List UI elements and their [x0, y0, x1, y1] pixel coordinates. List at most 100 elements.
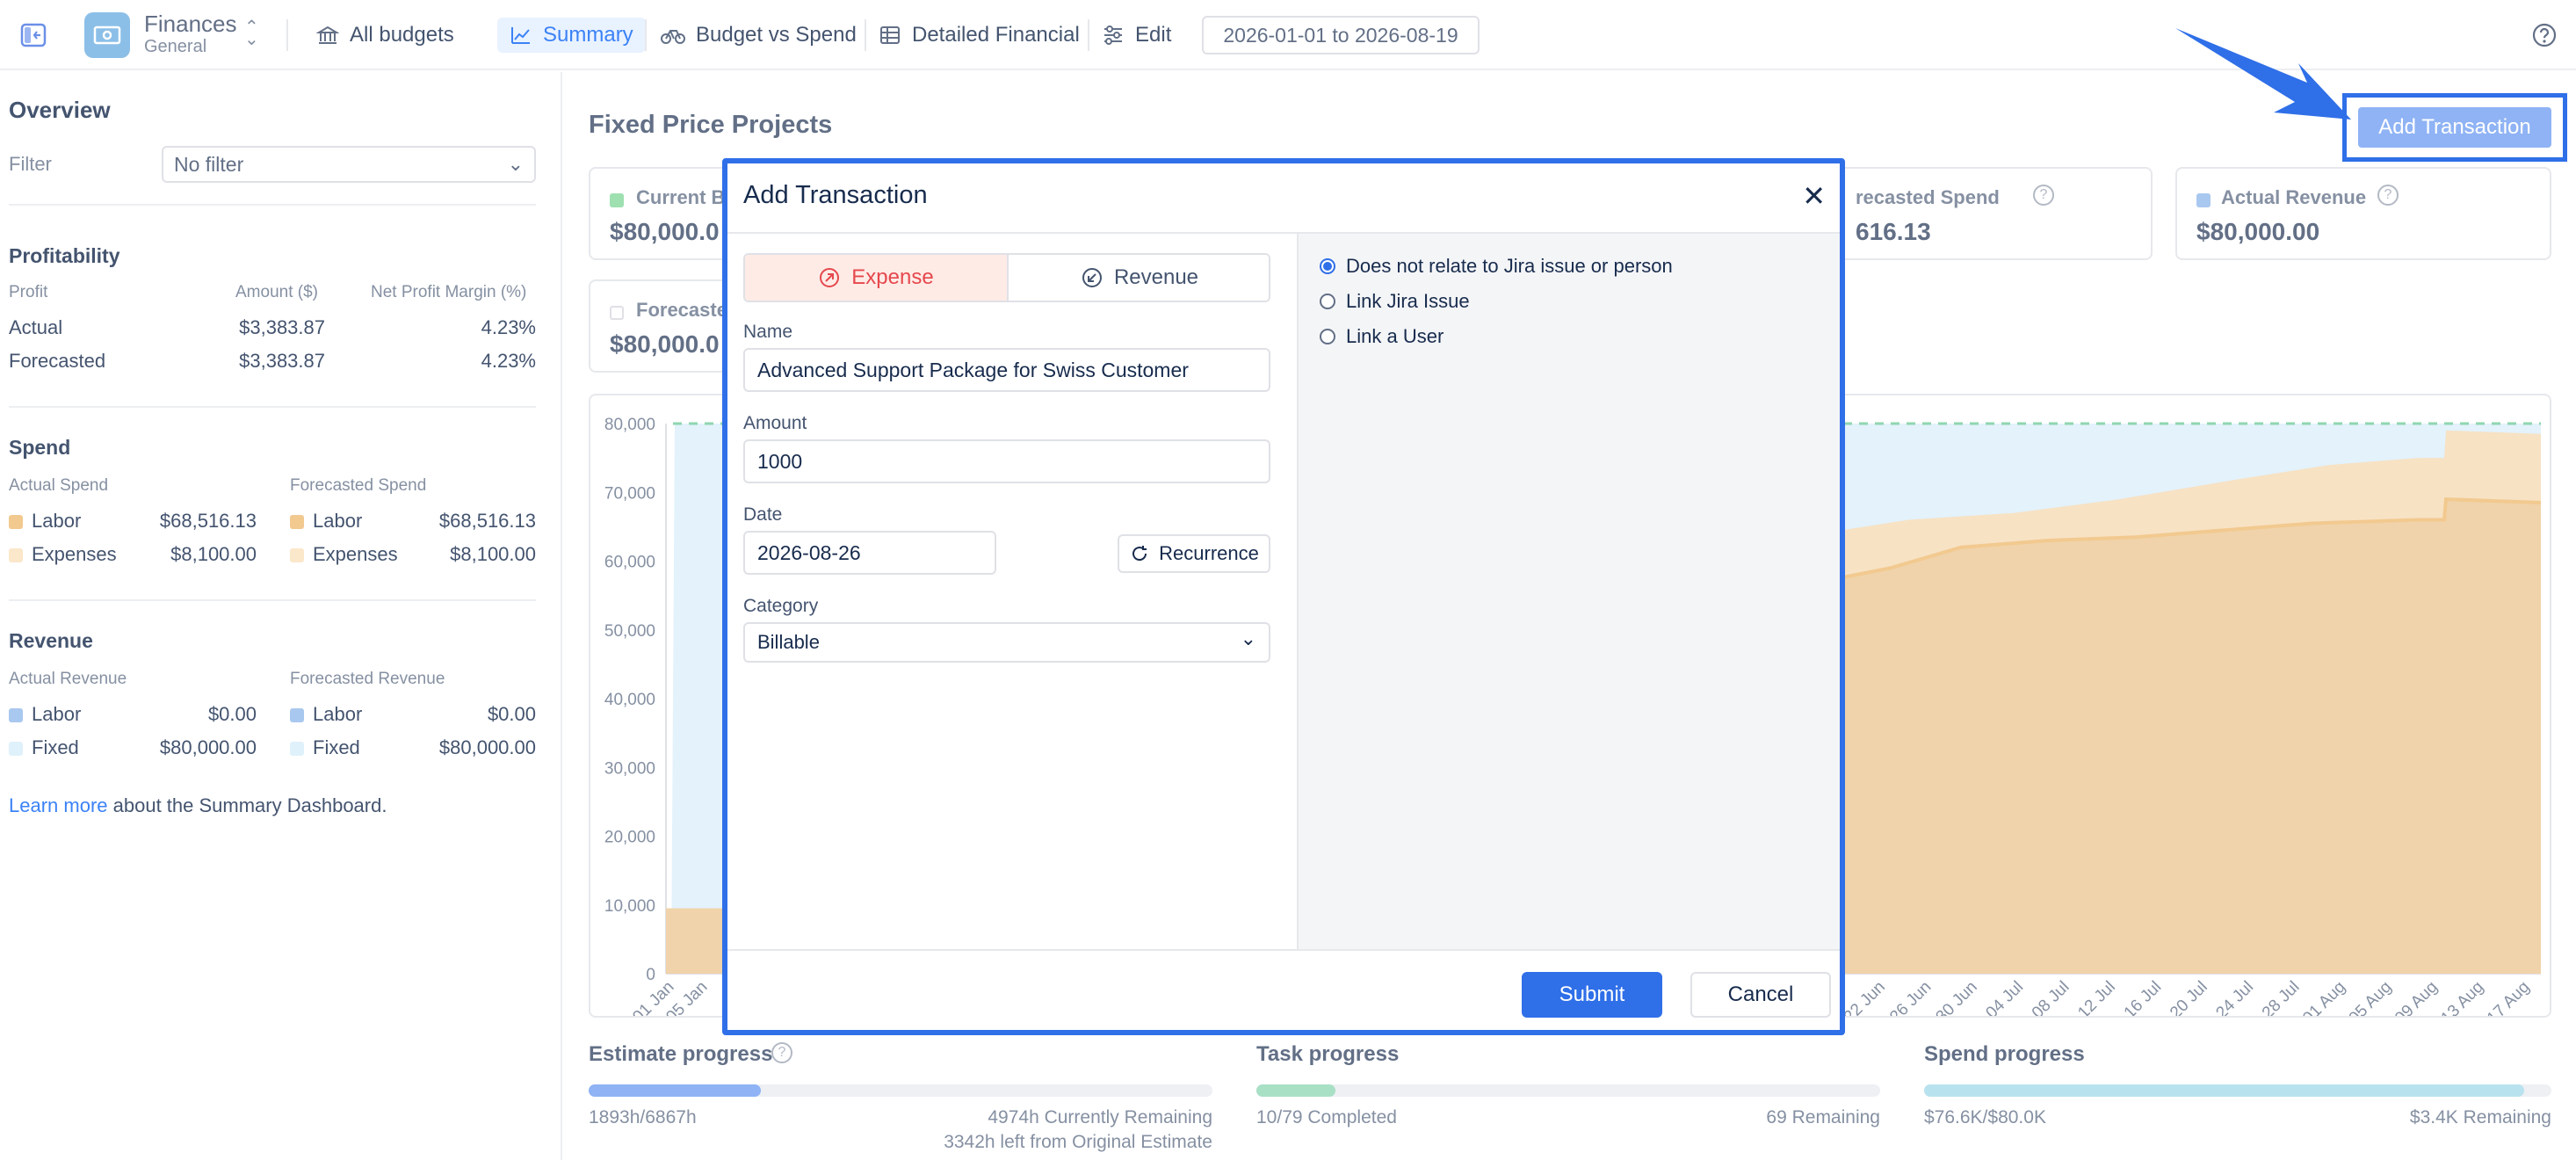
modal-title: Add Transaction — [743, 181, 928, 209]
y-tick-label: 30,000 — [604, 759, 655, 778]
spend-item-label: Labor — [32, 510, 82, 532]
submit-button[interactable]: Submit — [1522, 972, 1662, 1018]
y-tick-label: 20,000 — [604, 829, 655, 847]
category-label: Category — [743, 596, 819, 616]
recurrence-button[interactable]: Recurrence — [1118, 534, 1270, 573]
legend-swatch — [9, 708, 23, 722]
revenue-tab[interactable]: Revenue — [1009, 255, 1269, 301]
date-input[interactable]: 2026-08-26 — [743, 531, 996, 575]
profit-row-label: Actual — [9, 316, 63, 338]
radio-label: Link a User — [1346, 325, 1444, 347]
overview-title: Overview — [9, 97, 111, 123]
radio-link-user[interactable]: Link a User — [1320, 325, 1444, 348]
revenue-item-label: Labor — [32, 703, 82, 725]
nav-all-budgets[interactable]: All budgets — [304, 18, 467, 53]
link-options: Does not relate to Jira issue or person … — [1297, 232, 1840, 949]
margin-header: Net Profit Margin (%) — [371, 283, 527, 301]
legend-swatch — [290, 515, 304, 529]
card-value: $80,000.0 — [610, 218, 720, 245]
radio-link-jira[interactable]: Link Jira Issue — [1320, 290, 1470, 313]
spend-progress-right: $3.4K Remaining — [2409, 1107, 2551, 1127]
spend-item-value: $8,100.00 — [170, 543, 257, 565]
nav-edit[interactable]: Edit — [1089, 18, 1183, 53]
recurrence-label: Recurrence — [1159, 542, 1259, 564]
y-tick-label: 80,000 — [604, 416, 655, 434]
y-tick-label: 10,000 — [604, 897, 655, 916]
x-tick-label: 16 Jul — [2121, 978, 2166, 1016]
task-progress-title: Task progress — [1256, 1042, 1400, 1066]
y-tick-label: 50,000 — [604, 622, 655, 641]
chevron-updown-icon: ⌃ ⌄ — [244, 18, 259, 49]
spend-item-value: $8,100.00 — [450, 543, 536, 565]
estimate-progress-right: 4974h Currently Remaining — [988, 1107, 1212, 1127]
nav-label: Detailed Financial — [912, 23, 1080, 47]
close-icon[interactable]: ✕ — [1802, 179, 1826, 213]
cancel-button[interactable]: Cancel — [1690, 972, 1831, 1018]
expense-tab[interactable]: Expense — [745, 255, 1009, 301]
card-value: $80,000.00 — [2196, 218, 2320, 245]
y-tick-label: 60,000 — [604, 554, 655, 572]
amount-header: Amount ($) — [235, 283, 318, 301]
nav-summary[interactable]: Summary — [497, 18, 646, 53]
spend-progress-left: $76.6K/$80.0K — [1924, 1107, 2046, 1127]
help-icon[interactable]: ? — [771, 1042, 792, 1063]
name-value: Advanced Support Package for Swiss Custo… — [757, 358, 1189, 381]
chevron-down-icon: ⌄ — [1240, 627, 1256, 649]
radio-dot — [1320, 294, 1335, 309]
add-transaction-button[interactable]: Add Transaction — [2358, 107, 2551, 148]
sidebar-toggle-icon[interactable] — [16, 18, 51, 53]
profit-row-amount: $3,383.87 — [239, 316, 325, 338]
radio-label: Does not relate to Jira issue or person — [1346, 255, 1673, 277]
learn-more-link[interactable]: Learn more — [9, 794, 108, 816]
spend-item-label: Expenses — [32, 543, 117, 565]
x-tick-label: 30 Jun — [1933, 978, 1981, 1016]
help-icon[interactable]: ? — [2377, 185, 2399, 206]
expense-label: Expense — [851, 265, 934, 289]
filter-value: No filter — [174, 152, 244, 176]
radio-dot — [1320, 258, 1335, 274]
revenue-item-value: $0.00 — [487, 703, 536, 725]
spend-item-value: $68,516.13 — [159, 510, 257, 532]
submit-label: Submit — [1559, 982, 1625, 1006]
help-icon[interactable] — [2530, 21, 2558, 49]
date-range-text: 2026-01-01 to 2026-08-19 — [1223, 23, 1458, 47]
forecast-spend-title: Forecasted Spend — [290, 476, 427, 495]
radio-no-relation[interactable]: Does not relate to Jira issue or person — [1320, 255, 1673, 278]
spend-progress-fill — [1924, 1084, 2525, 1097]
y-tick-label: 0 — [646, 966, 655, 984]
spend-title: Spend — [9, 436, 71, 459]
help-icon[interactable]: ? — [2033, 185, 2054, 206]
nav-detailed-financial[interactable]: Detailed Financial — [866, 18, 1092, 53]
legend-swatch — [290, 708, 304, 722]
category-select[interactable]: Billable ⌄ — [743, 622, 1270, 663]
nav-label: Summary — [543, 23, 633, 47]
divider — [9, 204, 536, 206]
profit-row-margin: 4.23% — [481, 350, 536, 372]
revenue-item-value: $80,000.00 — [159, 736, 257, 758]
spend-progress-bar — [1924, 1084, 2551, 1097]
nav-budget-vs-spend[interactable]: Budget vs Spend — [648, 18, 869, 53]
amount-input[interactable]: 1000 — [743, 439, 1270, 483]
x-tick-label: 01 Aug — [2299, 978, 2349, 1016]
legend-swatch — [290, 742, 304, 756]
profit-row-label: Forecasted — [9, 350, 106, 372]
x-tick-label: 20 Jul — [2167, 978, 2211, 1016]
legend-swatch — [9, 548, 23, 562]
app-name: Finances — [144, 11, 237, 37]
revenue-item-label: Fixed — [32, 736, 79, 758]
actual-spend-title: Actual Spend — [9, 476, 109, 495]
revenue-label: Revenue — [1113, 265, 1199, 289]
date-range-picker[interactable]: 2026-01-01 to 2026-08-19 — [1202, 16, 1480, 54]
add-transaction-modal: Add Transaction ✕ Expense Revenue Name A… — [722, 158, 1845, 1035]
task-progress-right: 69 Remaining — [1766, 1107, 1880, 1127]
filter-select[interactable]: No filter ⌄ — [162, 146, 536, 183]
nav-label: Budget vs Spend — [696, 23, 857, 47]
learn-more-text: Learn more about the Summary Dashboard. — [9, 794, 387, 817]
task-progress-left: 10/79 Completed — [1256, 1107, 1397, 1127]
app-switcher[interactable]: Finances General ⌃ ⌄ — [84, 9, 269, 62]
filter-label: Filter — [9, 153, 52, 175]
spend-item-label: Labor — [313, 510, 363, 532]
amount-value: 1000 — [757, 449, 803, 473]
name-input[interactable]: Advanced Support Package for Swiss Custo… — [743, 348, 1270, 392]
legend-swatch — [2196, 193, 2211, 207]
